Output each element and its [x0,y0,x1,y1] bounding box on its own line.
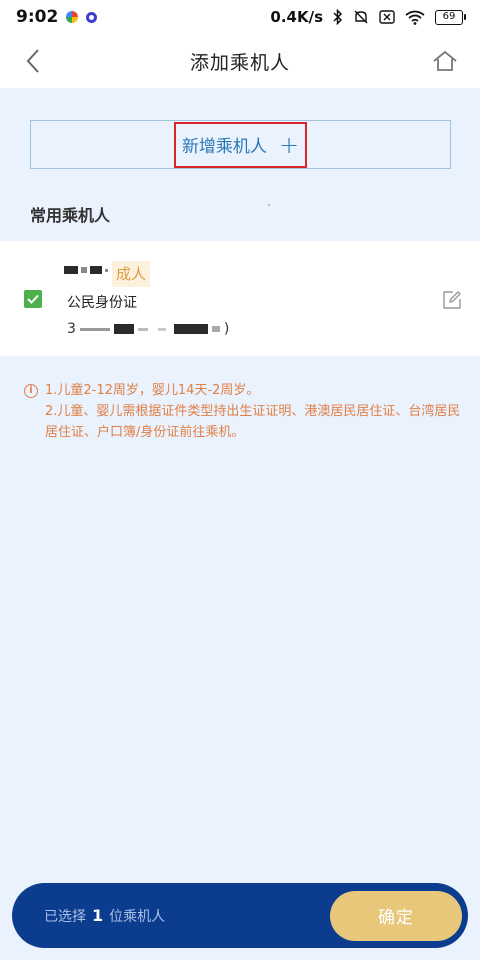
selected-prefix: 已选择 [44,908,86,925]
battery-level: 69 [435,9,463,25]
name-mask-block-3 [90,266,102,274]
id-mask-1 [79,327,110,331]
notes-section: i 1.儿童2-12周岁，婴儿14天-2周岁。 2.儿童、婴儿需根据证件类型持出… [24,380,464,443]
edit-passenger-button[interactable] [442,290,462,310]
id-mask-5 [173,324,208,334]
passenger-checkbox[interactable] [24,290,42,308]
bluetooth-icon [333,9,343,25]
id-mask-3 [137,327,148,331]
name-mask-block-1 [64,266,78,274]
edit-icon [443,291,461,309]
note-row-1: i 1.儿童2-12周岁，婴儿14天-2周岁。 [24,380,464,401]
passenger-type-badge: 成人 [112,261,151,287]
back-button[interactable] [18,46,48,76]
plus-icon: + [278,130,300,159]
id-type: 公民身份证 [67,295,137,311]
selected-summary: 已选择 1 位乘机人 [44,906,165,926]
wifi-icon [405,10,425,25]
id-suffix: ) [223,321,230,337]
network-speed: 0.4K/s [270,8,323,26]
no-sim-icon [379,10,395,24]
id-prefix: 3 [67,321,76,337]
name-mask-block-4 [105,268,108,272]
selected-suffix: 位乘机人 [109,908,166,925]
home-icon [433,50,457,71]
add-passenger-label: 新增乘机人 [181,137,267,157]
battery-icon: 69 [435,9,466,25]
confirm-button[interactable]: 确定 [330,890,462,941]
status-bar: 9:02 0.4K/s 69 [0,0,480,34]
name-mask-block-2 [81,267,87,273]
status-right: 0.4K/s 69 [270,8,466,26]
bottom-action-bar: 已选择 1 位乘机人 确定 [12,883,468,948]
checkmark-icon [27,294,39,304]
status-time: 9:02 [16,7,59,27]
ring-notification-icon [86,11,98,23]
page-title: 添加乘机人 [189,51,290,74]
add-passenger-area: 新增乘机人 + [30,120,451,169]
note-line-1: 1.儿童2-12周岁，婴儿14天-2周岁。 [45,383,260,398]
status-left: 9:02 [16,7,98,27]
selected-count: 1 [92,905,104,925]
divider-dot [268,204,270,206]
id-mask-4 [157,327,166,331]
passenger-name-masked [64,266,108,274]
home-button[interactable] [430,46,460,76]
id-mask-6 [211,326,220,332]
passenger-card[interactable]: 成人 公民身份证 3 ) [0,241,480,356]
info-icon: i [24,384,38,398]
note-line-2: 2.儿童、婴儿需根据证件类型持出生证证明、港澳居民居住证、台湾居民居住证、户口簿… [45,404,461,440]
mute-bell-icon [353,9,369,25]
battery-tip [464,14,466,20]
frequent-passengers-title: 常用乘机人 [30,206,111,225]
chevron-left-icon [26,49,39,73]
id-mask-2 [113,324,134,334]
add-passenger-button[interactable]: 新增乘机人 + [173,121,308,168]
id-number-masked: 3 ) [67,321,229,337]
navigation-header: 添加乘机人 [0,34,480,88]
app-notification-icon [66,11,79,23]
